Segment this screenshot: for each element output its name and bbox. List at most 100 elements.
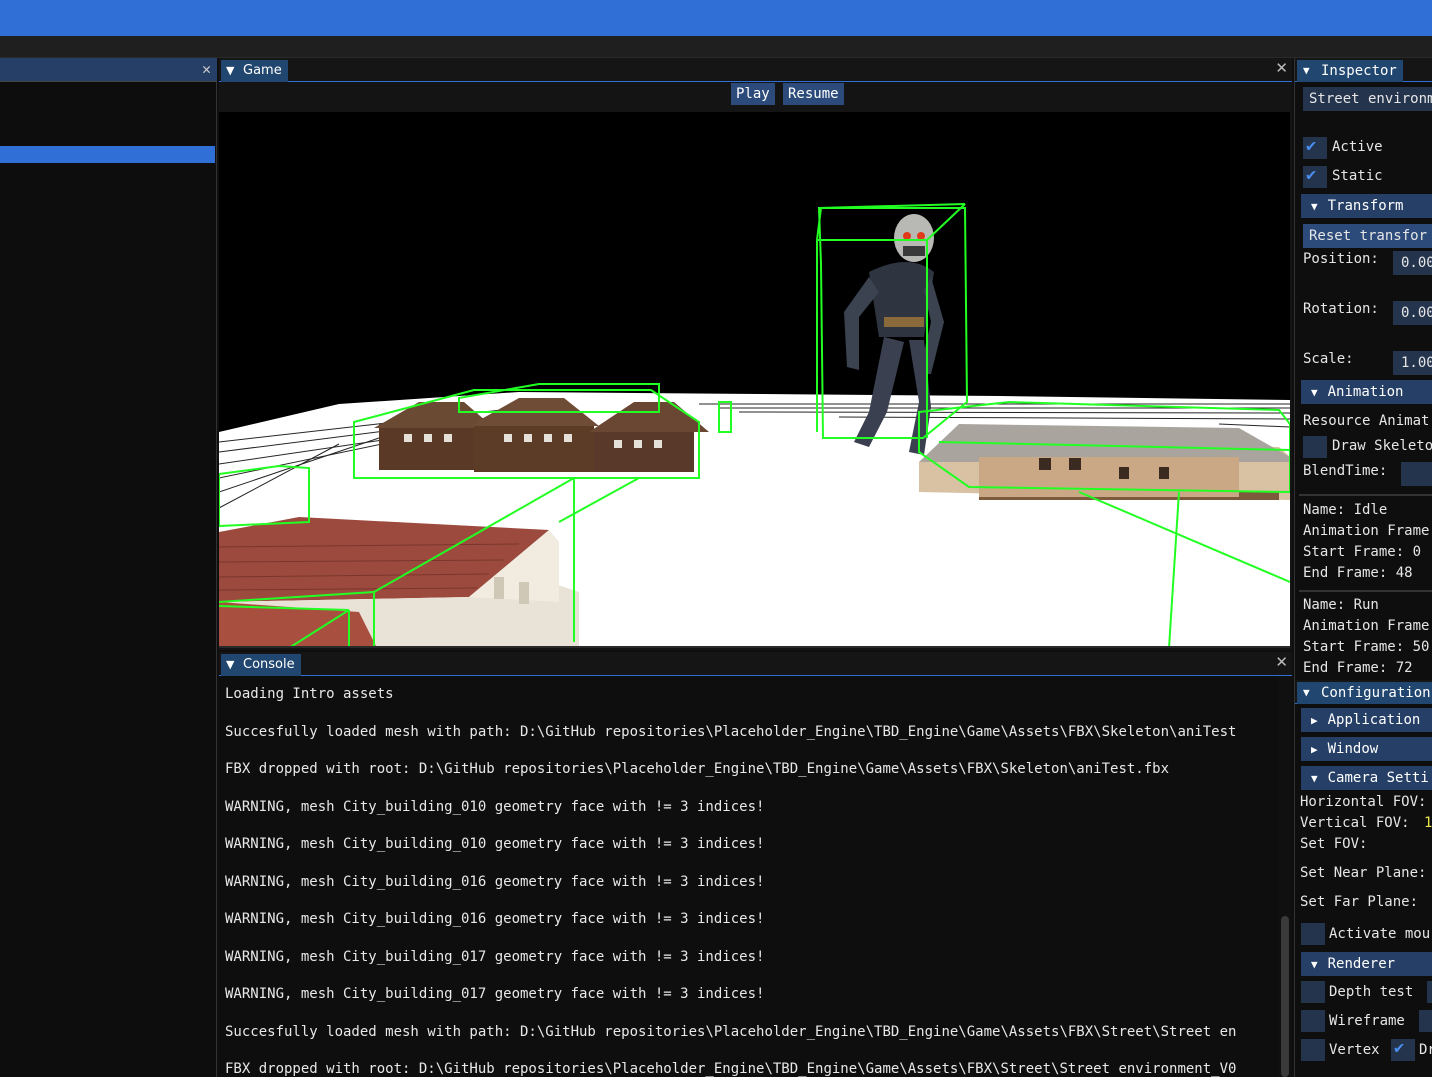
console-line: FBX dropped with root: D:\GitHub reposit… <box>225 1061 1237 1077</box>
position-label: Position: <box>1303 251 1379 267</box>
console-scrollbar[interactable] <box>1278 676 1292 1077</box>
renderer-checkbox-right[interactable] <box>1427 981 1432 1003</box>
console-line: Loading Intro assets <box>225 686 394 702</box>
draw-checkbox[interactable] <box>1391 1038 1415 1061</box>
hierarchy-header: ✕ <box>0 58 217 82</box>
active-checkbox[interactable] <box>1303 136 1327 159</box>
console-panel: ▼ Console ✕ Loading Intro assets Succesf… <box>219 652 1292 1077</box>
anim-idle-end: End Frame: 48 <box>1303 565 1413 581</box>
console-line: WARNING, mesh City_building_016 geometry… <box>225 873 765 890</box>
game-viewport[interactable] <box>219 112 1290 648</box>
blend-time-input[interactable] <box>1401 462 1432 486</box>
activate-mouse-label: Activate mou <box>1329 926 1431 942</box>
console-line: WARNING, mesh City_building_010 geometry… <box>225 836 765 852</box>
game-toolbar: Play Resume <box>219 82 1292 112</box>
anim-run-name: Name: Run <box>1303 597 1379 613</box>
animation-section-header[interactable]: ▼ Animation <box>1301 380 1432 404</box>
scale-x-input[interactable]: 1.00 <box>1393 351 1432 375</box>
transform-section-header[interactable]: ▼ Transform <box>1301 194 1432 218</box>
rotation-x-input[interactable]: 0.00 <box>1393 301 1432 325</box>
window-title-bar <box>0 0 1432 36</box>
transform-header-label: Transform <box>1327 198 1404 214</box>
draw-skeleton-checkbox[interactable] <box>1303 436 1327 458</box>
console-line: WARNING, mesh City_building_017 geometry… <box>225 948 765 965</box>
activate-mouse-checkbox[interactable] <box>1301 923 1325 945</box>
close-icon[interactable]: ✕ <box>202 60 211 78</box>
horizontal-fov-label: Horizontal FOV: <box>1300 794 1427 810</box>
active-label: Active <box>1332 139 1383 155</box>
collapse-triangle-icon[interactable]: ▼ <box>226 60 234 82</box>
console-line: Succesfully loaded mesh with path: D:\Gi… <box>225 723 1237 740</box>
scale-label: Scale: <box>1303 351 1354 367</box>
collapse-triangle-icon: ▼ <box>1311 958 1318 971</box>
hierarchy-selected-item[interactable] <box>0 146 215 163</box>
draw-label: Dr <box>1419 1042 1432 1058</box>
application-section-header[interactable]: ▶ Application <box>1301 708 1432 732</box>
close-icon[interactable]: ✕ <box>1275 59 1288 77</box>
animation-header-label: Animation <box>1327 384 1404 400</box>
reset-transform-button[interactable]: Reset transfor <box>1303 224 1432 248</box>
collapse-triangle-icon: ▼ <box>1311 200 1318 213</box>
position-x-input[interactable]: 0.00 <box>1393 251 1432 275</box>
window-section-header[interactable]: ▶ Window <box>1301 737 1432 761</box>
set-fov-label: Set FOV: <box>1300 836 1368 852</box>
tab-configuration-label: Configuration <box>1321 685 1431 701</box>
object-name-field[interactable]: Street environm <box>1303 87 1432 111</box>
vertical-fov-label: Vertical FOV: <box>1300 815 1410 831</box>
renderer-section-header[interactable]: ▼ Renderer <box>1301 952 1432 976</box>
collapse-triangle-icon[interactable]: ▼ <box>1303 60 1310 82</box>
anim-idle-frames: Animation Frame <box>1303 523 1430 539</box>
tab-console-label: Console <box>243 657 295 672</box>
blend-time-label: BlendTime: <box>1303 463 1388 479</box>
tab-console[interactable]: ▼ Console <box>221 654 301 676</box>
renderer-checkbox-right[interactable] <box>1419 1010 1432 1032</box>
resume-button[interactable]: Resume <box>783 83 844 105</box>
close-icon[interactable]: ✕ <box>1275 653 1288 671</box>
wireframe-label: Wireframe <box>1329 1013 1405 1029</box>
static-label: Static <box>1332 168 1383 184</box>
separator <box>1299 494 1432 496</box>
camera-settings-label: Camera Setti <box>1327 770 1429 786</box>
expand-triangle-icon: ▶ <box>1311 714 1318 727</box>
console-log: Loading Intro assets Succesfully loaded … <box>219 676 1279 1077</box>
vertex-checkbox[interactable] <box>1301 1039 1325 1061</box>
inspector-header: ▼ Inspector <box>1295 58 1432 82</box>
draw-skeleton-label: Draw Skeleto <box>1332 438 1432 454</box>
static-checkbox[interactable] <box>1303 165 1327 188</box>
anim-run-start: Start Frame: 50 <box>1303 639 1430 655</box>
console-panel-header: ▼ Console ✕ <box>219 652 1292 676</box>
camera-settings-section-header[interactable]: ▼ Camera Setti <box>1301 766 1432 790</box>
hierarchy-panel: ✕ <box>0 58 217 1077</box>
collapse-triangle-icon[interactable]: ▼ <box>1303 682 1310 704</box>
depth-test-checkbox[interactable] <box>1301 981 1325 1003</box>
tab-configuration[interactable]: ▼ Configuration <box>1297 682 1432 704</box>
set-far-plane-label: Set Far Plane: <box>1300 894 1419 910</box>
tab-game[interactable]: ▼ Game <box>221 60 288 82</box>
scene-render <box>219 203 1290 646</box>
vertex-label: Vertex <box>1329 1042 1380 1058</box>
house-foreground <box>219 517 579 646</box>
renderer-label: Renderer <box>1327 956 1396 972</box>
collapse-triangle-icon[interactable]: ▼ <box>226 654 234 676</box>
anim-run-frames: Animation Frame <box>1303 618 1430 634</box>
rotation-label: Rotation: <box>1303 301 1379 317</box>
anim-idle-start: Start Frame: 0 <box>1303 544 1422 560</box>
game-panel: ▼ Game ✕ Play Resume <box>219 58 1292 650</box>
anim-run-end: End Frame: 72 <box>1303 660 1413 676</box>
play-button[interactable]: Play <box>731 83 775 105</box>
configuration-header: ▼ Configuration <box>1295 680 1432 704</box>
inspector-panel: ▼ Inspector Street environm Active Stati… <box>1294 58 1432 1077</box>
wireframe-checkbox[interactable] <box>1301 1010 1325 1032</box>
menu-bar <box>0 36 1432 58</box>
expand-triangle-icon: ▶ <box>1311 743 1318 756</box>
window-label: Window <box>1327 741 1379 757</box>
console-line: Succesfully loaded mesh with path: D:\Gi… <box>225 1023 1237 1040</box>
console-line: WARNING, mesh City_building_010 geometry… <box>225 798 765 815</box>
tab-game-label: Game <box>243 63 282 78</box>
console-line: WARNING, mesh City_building_016 geometry… <box>225 911 765 927</box>
tab-inspector[interactable]: ▼ Inspector <box>1297 60 1403 82</box>
console-scrollbar-thumb[interactable] <box>1281 916 1289 1077</box>
tab-inspector-label: Inspector <box>1321 63 1397 79</box>
console-line: FBX dropped with root: D:\GitHub reposit… <box>225 761 1170 777</box>
anim-idle-name: Name: Idle <box>1303 502 1388 518</box>
